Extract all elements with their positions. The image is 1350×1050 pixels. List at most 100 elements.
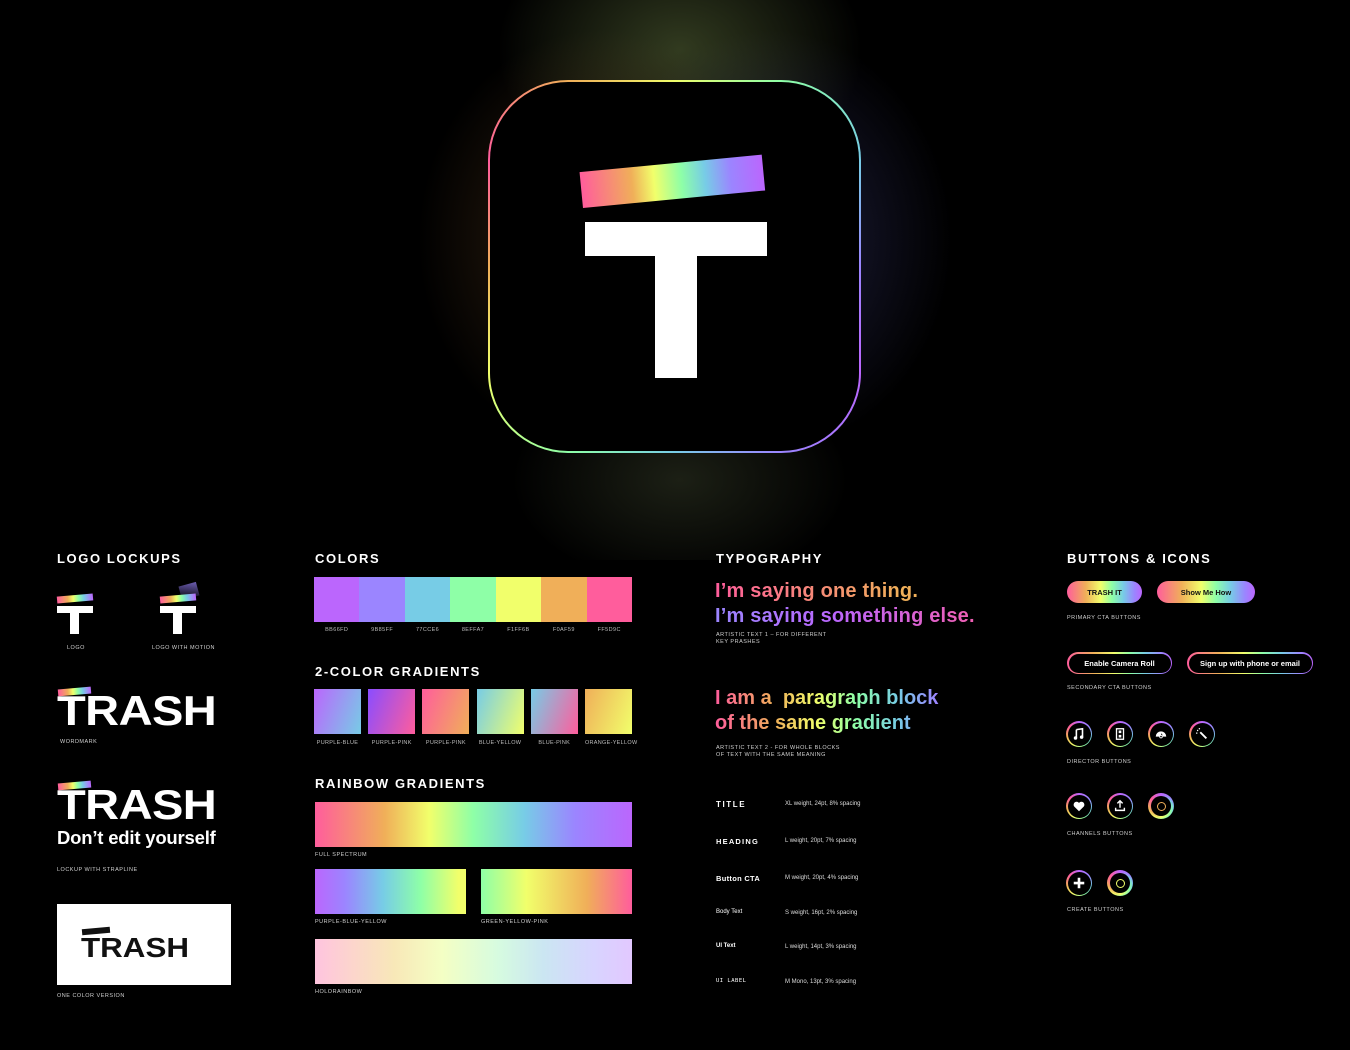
sign-up-button[interactable]: Sign up with phone or email: [1187, 652, 1313, 674]
artistic-text-2-line-2: of the same gradient: [715, 712, 911, 734]
trash-it-button[interactable]: TRASH IT: [1067, 581, 1142, 603]
t-crossbar: [585, 222, 767, 256]
type-style-spec: L weight, 14pt, 3% spacing: [785, 944, 857, 950]
color-swatch: [586, 577, 632, 622]
holorainbow-gradient: [315, 939, 632, 984]
color-swatch-label: F1FF6B: [507, 627, 530, 633]
artistic-text-1-caption-1: ARTISTIC TEXT 1 – FOR DIFFERENT: [716, 632, 827, 638]
type-style-spec: L weight, 20pt, 7% spacing: [785, 838, 857, 844]
purple-blue-yellow-caption: PURPLE-BLUE-YELLOW: [315, 919, 387, 925]
color-swatch-label: F0AF59: [552, 627, 575, 633]
type-style-name: UI LABEL: [716, 978, 747, 984]
wordmark-caption: WORDMARK: [60, 739, 98, 745]
two-color-gradients-title: 2-COLOR GRADIENTS: [315, 664, 481, 679]
color-swatch: [314, 577, 360, 622]
gradient-item: PURPLE-BLUE: [314, 689, 361, 746]
type-style-spec: M weight, 20pt, 4% spacing: [785, 875, 859, 881]
artistic-text-2: I am a paragraph block of the same gradi…: [715, 686, 985, 736]
artistic-text-2-caption-1: ARTISTIC TEXT 2 - FOR WHOLE BLOCKS: [716, 745, 840, 751]
upload-icon: [1114, 799, 1126, 812]
color-swatch-label: 9B85FF: [371, 627, 394, 633]
magic-wand-button[interactable]: [1189, 721, 1215, 747]
colors-title: COLORS: [315, 551, 381, 566]
one-color-text: TRASH: [81, 932, 190, 963]
type-style-name: Body Text: [716, 909, 743, 915]
holorainbow-caption: HOLORAINBOW: [315, 989, 363, 995]
t-stem: [655, 254, 697, 378]
artistic-text-1-line-1: I’m saying one thing.: [715, 579, 947, 604]
gradient-label: ORANGE-YELLOW: [584, 740, 638, 746]
logo-caption: LOGO: [67, 645, 85, 651]
app-icon: [488, 80, 861, 453]
rainbow-gradients-title: RAINBOW GRADIENTS: [315, 776, 486, 791]
director-caption: DIRECTOR BUTTONS: [1067, 759, 1132, 765]
full-spectrum-caption: FULL SPECTRUM: [315, 852, 368, 858]
strapline-wordmark-text: TRASH: [57, 781, 217, 828]
rainbow-bar: [579, 154, 766, 208]
gradient-item: BLUE-PINK: [530, 689, 578, 746]
color-swatch-label: BB66FD: [325, 627, 349, 633]
create-plus-button[interactable]: [1066, 870, 1092, 896]
concentric-circles-icon: [1156, 801, 1166, 811]
gradient-item: ORANGE-YELLOW: [584, 689, 638, 746]
green-yellow-pink-caption: GREEN-YELLOW-PINK: [481, 919, 549, 925]
artistic-text-1-line-2: I’m saying something else.: [715, 604, 1015, 629]
logo: [56, 592, 95, 636]
channel-circles-button[interactable]: [1148, 793, 1174, 819]
type-style-spec: S weight, 16pt, 2% spacing: [785, 910, 858, 916]
one-color-logo: TRASH: [57, 904, 231, 985]
concentric-circles-icon: [1115, 878, 1125, 888]
artistic-text-2-line-1: I am a paragraph block: [715, 687, 939, 709]
logo-lockups-title: LOGO LOCKUPS: [57, 551, 182, 566]
gradient-item: BLUE-YELLOW: [476, 689, 524, 746]
type-style-spec: XL weight, 24pt, 8% spacing: [785, 801, 861, 807]
color-swatch-label: 8EFFA7: [461, 627, 485, 633]
gradient-swatch: [368, 689, 416, 734]
artistic-text-2-caption-2: OF TEXT WITH THE SAME MEANING: [716, 752, 826, 758]
type-style-name: TITLE: [716, 800, 747, 809]
type-style-spec: M Mono, 13pt, 3% spacing: [785, 979, 857, 985]
artistic-text-1: I’m saying one thing. I’m saying somethi…: [715, 579, 1015, 629]
music-button[interactable]: [1066, 721, 1092, 747]
gradient-swatch: [476, 689, 524, 734]
gradient-item: PURPLE-PINK: [422, 689, 470, 746]
gradient-swatch: [422, 689, 470, 734]
logo-with-motion: [159, 581, 200, 636]
purple-blue-yellow-gradient: [315, 869, 466, 914]
artistic-text-1-caption-2: KEY PRASHES: [716, 639, 761, 645]
create-circles-button[interactable]: [1107, 870, 1133, 896]
heart-button[interactable]: [1066, 793, 1092, 819]
film-strip-icon: [1115, 728, 1125, 740]
type-style-name: Button CTA: [716, 874, 761, 883]
full-spectrum-gradient: [315, 802, 632, 847]
gradient-label: PURPLE-PINK: [425, 740, 466, 746]
color-swatch: [359, 577, 405, 622]
green-yellow-pink-gradient: [481, 869, 632, 914]
one-color-caption: ONE COLOR VERSION: [57, 993, 125, 999]
channels-caption: CHANNELS BUTTONS: [1067, 831, 1133, 837]
speed-button[interactable]: [1148, 721, 1174, 747]
magic-wand-icon: [1196, 728, 1208, 740]
color-swatch: [495, 577, 542, 622]
gradient-label: BLUE-PINK: [538, 740, 571, 746]
type-style-name: HEADING: [716, 837, 759, 846]
primary-cta-caption: PRIMARY CTA BUTTONS: [1067, 615, 1141, 621]
color-swatches: [314, 577, 632, 622]
gradient-item: PURPLE-PINK: [368, 689, 416, 746]
buttons-icons-title: BUTTONS & ICONS: [1067, 551, 1212, 566]
sign-up-label: Sign up with phone or email: [1188, 653, 1312, 673]
strapline-caption: LOCKUP WITH STRAPLINE: [57, 867, 138, 873]
show-me-how-button[interactable]: Show Me How: [1157, 581, 1255, 603]
upload-button[interactable]: [1107, 793, 1133, 819]
gradient-label: PURPLE-BLUE: [316, 740, 359, 746]
gradient-label: PURPLE-PINK: [371, 740, 412, 746]
color-swatch: [404, 577, 451, 622]
gradient-label: BLUE-YELLOW: [478, 740, 522, 746]
two-color-gradients: PURPLE-BLUE PURPLE-PINK PURPLE-PINK BLUE-YE…: [314, 689, 638, 746]
color-swatch: [541, 577, 587, 622]
gradient-swatch: [584, 689, 632, 734]
heart-icon: [1073, 801, 1085, 812]
enable-camera-roll-button[interactable]: Enable Camera Roll: [1067, 652, 1172, 674]
logo-motion-caption: LOGO WITH MOTION: [152, 645, 215, 651]
film-button[interactable]: [1107, 721, 1133, 747]
